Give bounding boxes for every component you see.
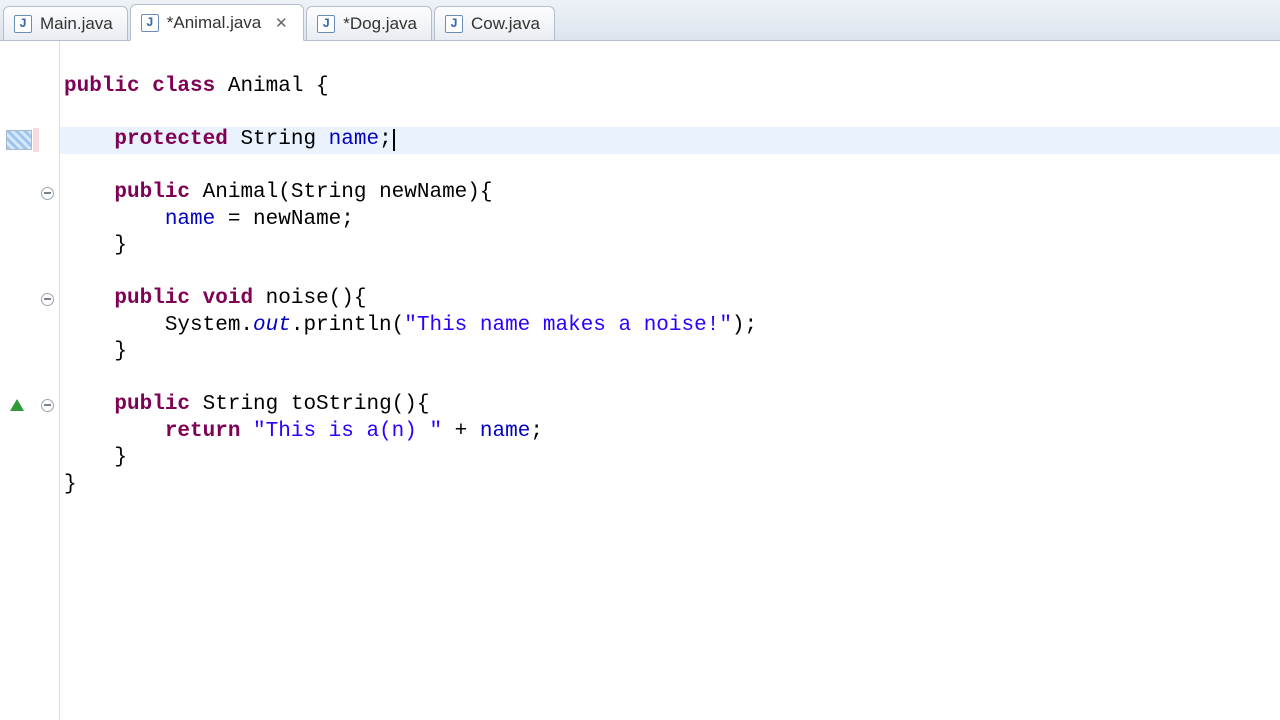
code-line[interactable]: public class Animal {	[64, 74, 1280, 101]
code-line[interactable]: System.out.println("This name makes a no…	[64, 313, 1280, 340]
code-token: String	[240, 128, 328, 151]
code-token: name	[329, 128, 379, 151]
editor-tab-2[interactable]: J *Dog.java	[306, 6, 432, 40]
code-line[interactable]: }	[64, 445, 1280, 472]
code-editor[interactable]: public class Animal { protected String n…	[0, 41, 1280, 720]
editor-tab-3[interactable]: J Cow.java	[434, 6, 555, 40]
fold-toggle-icon[interactable]	[41, 187, 54, 200]
code-line[interactable]: protected String name;	[64, 127, 1280, 154]
code-token: out	[253, 314, 291, 337]
code-token: protected	[114, 128, 240, 151]
tab-label: Cow.java	[471, 14, 540, 34]
java-file-icon: J	[14, 15, 32, 33]
code-token	[64, 287, 114, 310]
code-line[interactable]: public String toString(){	[64, 392, 1280, 419]
code-line[interactable]	[64, 260, 1280, 287]
code-token: noise(){	[266, 287, 367, 310]
code-token: +	[442, 420, 480, 443]
tab-label: *Animal.java	[167, 13, 262, 33]
code-token	[64, 393, 114, 416]
code-token	[64, 420, 165, 443]
code-token: ;	[379, 128, 392, 151]
text-cursor	[393, 129, 395, 151]
fold-toggle-icon[interactable]	[41, 293, 54, 306]
code-token: .println(	[291, 314, 404, 337]
code-token: Animal {	[228, 75, 329, 98]
code-line[interactable]: name = newName;	[64, 207, 1280, 234]
code-token: }	[64, 340, 127, 363]
code-token: class	[152, 75, 228, 98]
code-token: }	[64, 473, 77, 496]
change-marker-icon	[6, 130, 32, 150]
editor-gutter	[0, 41, 60, 720]
code-token: }	[64, 234, 127, 257]
code-token: void	[203, 287, 266, 310]
code-line[interactable]: return "This is a(n) " + name;	[64, 419, 1280, 446]
code-token: return	[165, 420, 253, 443]
code-token: public	[114, 287, 202, 310]
java-file-icon: J	[141, 14, 159, 32]
code-line[interactable]: public Animal(String newName){	[64, 180, 1280, 207]
code-token: );	[732, 314, 757, 337]
code-token: Animal(String newName){	[203, 181, 493, 204]
override-indicator-icon[interactable]	[10, 399, 24, 411]
code-token: "This is a(n) "	[253, 420, 442, 443]
code-token: ;	[530, 420, 543, 443]
code-token: = newName;	[215, 208, 354, 231]
java-file-icon: J	[317, 15, 335, 33]
code-line[interactable]: }	[64, 472, 1280, 499]
code-area[interactable]: public class Animal { protected String n…	[60, 41, 1280, 720]
editor-tab-0[interactable]: J Main.java	[3, 6, 128, 40]
code-line[interactable]	[64, 101, 1280, 128]
code-token	[64, 208, 165, 231]
code-token: String toString(){	[203, 393, 430, 416]
code-line[interactable]: }	[64, 233, 1280, 260]
code-token: name	[480, 420, 530, 443]
editor-tab-bar: J Main.java J *Animal.java ✕ J *Dog.java J Cow.j…	[0, 0, 1280, 41]
close-icon[interactable]: ✕	[273, 15, 289, 31]
code-token: public	[114, 393, 202, 416]
code-line[interactable]	[64, 366, 1280, 393]
java-file-icon: J	[445, 15, 463, 33]
code-token: }	[64, 446, 127, 469]
code-token: System.	[64, 314, 253, 337]
code-token: public	[114, 181, 202, 204]
code-line[interactable]: }	[64, 339, 1280, 366]
code-token: public	[64, 75, 152, 98]
code-token	[64, 128, 114, 151]
tab-label: Main.java	[40, 14, 113, 34]
editor-tab-1[interactable]: J *Animal.java ✕	[130, 4, 305, 41]
diff-bar-icon	[33, 128, 39, 152]
tab-label: *Dog.java	[343, 14, 417, 34]
code-token	[64, 181, 114, 204]
code-line[interactable]	[64, 154, 1280, 181]
code-line[interactable]: public void noise(){	[64, 286, 1280, 313]
code-token: name	[165, 208, 215, 231]
code-token: "This name makes a noise!"	[404, 314, 732, 337]
